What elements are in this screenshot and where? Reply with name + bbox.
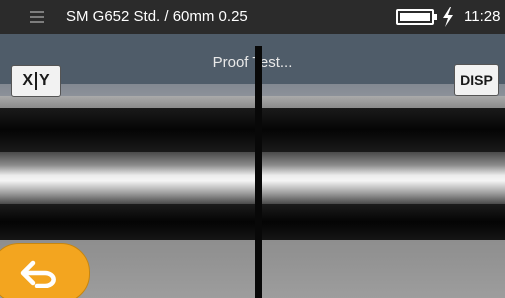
fusion-splicer-screen: Proof Test... SM G652 Std. / 60mm 0.25 1… — [0, 0, 505, 298]
xy-x-label: X — [22, 72, 33, 89]
fiber-core — [0, 152, 505, 204]
fiber-cladding-top — [0, 108, 505, 152]
status-banner: Proof Test... — [212, 54, 293, 71]
splice-mode-title[interactable]: SM G652 Std. / 60mm 0.25 — [66, 8, 248, 25]
status-bar: SM G652 Std. / 60mm 0.25 11:28 — [0, 0, 505, 34]
battery-full-icon — [396, 9, 437, 25]
xy-view-button[interactable]: XY — [11, 65, 61, 97]
menu-icon[interactable] — [22, 7, 52, 27]
fiber-upper-edge — [0, 96, 505, 108]
charging-bolt-icon — [443, 7, 453, 27]
fiber-cladding-bottom — [0, 204, 505, 240]
clock: 11:28 — [464, 8, 501, 25]
back-arrow-icon — [20, 260, 56, 288]
xy-y-label: Y — [39, 72, 50, 89]
back-button[interactable] — [0, 243, 90, 298]
screen-divider — [255, 46, 262, 298]
xy-separator — [35, 72, 37, 90]
disp-button[interactable]: DISP — [454, 64, 499, 96]
